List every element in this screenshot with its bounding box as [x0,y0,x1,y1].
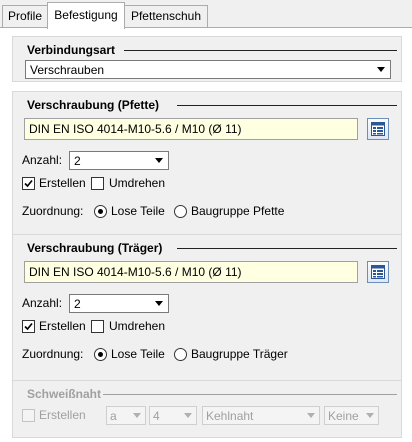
traeger-zuordnung-label: Zuordnung: [22,347,84,361]
chevron-down-icon [155,301,163,306]
group-pfette-legend: Verschraubung (Pfette) [27,97,397,113]
group-traeger: Verschraubung (Träger) DIN EN ISO 4014-M… [12,234,402,397]
legend-rule [177,248,397,249]
pfette-radio-baugruppe-label: Baugruppe Pfette [191,204,285,218]
traeger-erstellen-checkbox[interactable] [22,320,35,333]
group-verbindungsart-legend: Verbindungsart [27,42,397,58]
schweissnaht-erstellen-label: Erstellen [39,408,86,422]
schweissnaht-type-dropdown[interactable]: Kehlnaht [202,406,320,425]
traeger-umdrehen-checkbox[interactable] [91,320,104,333]
schweissnaht-extra-value: Keine [328,409,359,423]
legend-rule [103,394,397,395]
radio-dot [98,209,103,214]
traeger-anzahl-value: 2 [74,297,81,311]
pfette-library-button[interactable] [367,118,389,140]
tab-profile[interactable]: Profile [2,5,48,27]
chevron-down-icon [133,413,141,418]
group-schweissnaht-legend: Schweißnaht [27,386,397,402]
pfette-radio-baugruppe[interactable] [174,205,187,218]
pfette-radio-lose-label: Lose Teile [111,204,165,218]
schweissnaht-extra-dropdown[interactable]: Keine [324,406,379,425]
schweissnaht-title: Schweißnaht [27,387,102,401]
verbindungsart-title: Verbindungsart [27,43,116,57]
pfette-anzahl-dropdown[interactable]: 2 [69,151,169,170]
traeger-radio-baugruppe[interactable] [174,348,187,361]
traeger-umdrehen-label: Umdrehen [109,319,166,333]
traeger-erstellen-label: Erstellen [39,319,86,333]
chevron-down-icon [184,413,192,418]
group-traeger-legend: Verschraubung (Träger) [27,240,397,256]
pfette-erstellen-label: Erstellen [39,176,86,190]
radio-dot [98,352,103,357]
traeger-radio-lose[interactable] [94,348,107,361]
group-verbindungsart: Verbindungsart Verschrauben [12,36,402,82]
traeger-anzahl-label: Anzahl: [22,296,63,310]
traeger-bolt-field[interactable]: DIN EN ISO 4014-M10-5.6 / M10 (Ø 11) [24,261,358,283]
legend-rule [124,50,397,51]
tab-pfettenschuh[interactable]: Pfettenschuh [124,5,208,27]
pfette-umdrehen-label: Umdrehen [109,176,166,190]
chevron-down-icon [155,158,163,163]
pfette-umdrehen-checkbox[interactable] [91,177,104,190]
traeger-radio-baugruppe-label: Baugruppe Träger [191,347,288,361]
traeger-title: Verschraubung (Träger) [27,241,163,255]
pfette-radio-lose[interactable] [94,205,107,218]
pfette-anzahl-label: Anzahl: [22,153,63,167]
traeger-radio-lose-label: Lose Teile [111,347,165,361]
chevron-down-icon [377,67,385,72]
checkmark-icon [24,322,33,331]
pfette-title: Verschraubung (Pfette) [27,98,160,112]
pfette-zuordnung-label: Zuordnung: [22,204,84,218]
group-pfette: Verschraubung (Pfette) DIN EN ISO 4014-M… [12,91,402,256]
schweissnaht-a-dropdown[interactable]: a [106,406,146,425]
pfette-erstellen-checkbox[interactable] [22,177,35,190]
schweissnaht-type-value: Kehlnaht [206,409,254,423]
schweissnaht-a-value: a [110,409,117,423]
legend-rule [177,105,397,106]
group-schweissnaht: Schweißnaht Erstellen a 4 Kehlnaht Keine [12,380,402,438]
schweissnaht-erstellen-checkbox[interactable] [22,409,35,422]
traeger-anzahl-dropdown[interactable]: 2 [69,294,169,313]
traeger-library-button[interactable] [367,261,389,283]
pfette-anzahl-value: 2 [74,154,81,168]
verbindungsart-dropdown[interactable]: Verschrauben [25,60,391,79]
chevron-down-icon [366,413,374,418]
verbindungsart-value: Verschrauben [30,63,105,77]
schweissnaht-size-dropdown[interactable]: 4 [149,406,197,425]
checkmark-icon [24,179,33,188]
tab-bar: Profile Befestigung Pfettenschuh [0,0,412,29]
library-icon [371,122,385,136]
tab-panel: Verbindungsart Verschrauben Verschraubun… [0,28,412,442]
library-icon [371,265,385,279]
pfette-bolt-field[interactable]: DIN EN ISO 4014-M10-5.6 / M10 (Ø 11) [24,118,358,140]
schweissnaht-size-value: 4 [153,409,160,423]
chevron-down-icon [307,413,315,418]
tab-befestigung[interactable]: Befestigung [47,2,125,29]
